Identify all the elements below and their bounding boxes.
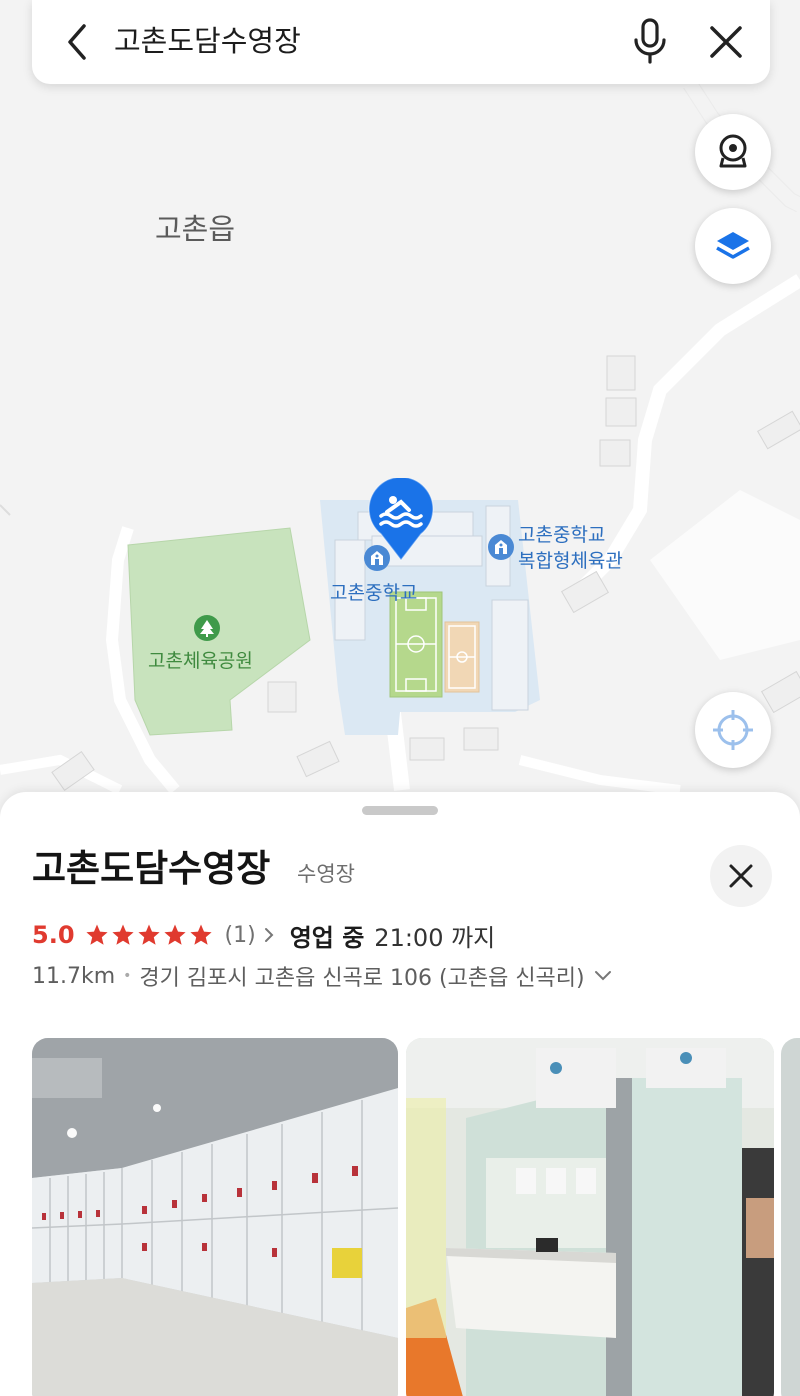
map-base-layer [0, 79, 800, 795]
gym-school-icon [488, 534, 514, 560]
sheet-drag-handle[interactable] [362, 806, 438, 815]
reception-desk-image [406, 1038, 774, 1396]
place-bottom-sheet[interactable]: 고촌도담수영장 수영장 5.0 (1) 영업 중 21:00 까지 11.7km… [0, 792, 800, 1396]
microphone-icon [634, 18, 666, 64]
street-view-button[interactable] [695, 114, 771, 190]
gym-label-line1: 고촌중학교 [518, 524, 606, 546]
address: 경기 김포시 고촌읍 신곡로 106 (고촌읍 신곡리) [139, 966, 585, 991]
search-bar[interactable]: 고촌도담수영장 [32, 0, 770, 84]
star-icon [137, 924, 160, 945]
rating-row[interactable]: 5.0 (1) 영업 중 21:00 까지 [32, 917, 495, 953]
star-icon [189, 924, 212, 945]
close-icon [729, 864, 753, 888]
open-until: 21:00 까지 [374, 923, 496, 952]
place-category: 수영장 [297, 862, 355, 886]
my-location-button[interactable] [695, 692, 771, 768]
star-icon [163, 924, 186, 945]
separator-dot: • [123, 968, 132, 984]
rating-score: 5.0 [32, 921, 75, 949]
address-row[interactable]: 11.7km • 경기 김포시 고촌읍 신곡로 106 (고촌읍 신곡리) [32, 958, 613, 994]
chevron-right-icon [264, 928, 274, 942]
street-view-icon [719, 134, 747, 168]
place-photo-reception[interactable] [406, 1038, 774, 1396]
map-view[interactable]: 고촌체육공원 고촌중학교 고촌중학교 복합형체육관 고촌읍 [0, 0, 800, 820]
clear-search-button[interactable] [700, 16, 752, 68]
search-query[interactable]: 고촌도담수영장 [114, 20, 301, 62]
park-tree-icon [194, 615, 220, 641]
chevron-left-icon [68, 24, 86, 60]
voice-search-button[interactable] [624, 14, 676, 68]
close-icon [710, 26, 742, 58]
map-layers-button[interactable] [695, 208, 771, 284]
swimming-icon [368, 476, 434, 562]
star-rating [85, 923, 213, 947]
back-button[interactable] [54, 18, 102, 66]
close-sheet-button[interactable] [710, 845, 772, 907]
crosshair-icon [713, 710, 753, 750]
gym-label[interactable]: 고촌중학교 복합형체육관 [518, 522, 623, 574]
chevron-down-icon [594, 971, 611, 981]
star-icon [85, 924, 108, 945]
park-label[interactable]: 고촌체육공원 [148, 646, 253, 673]
distance: 11.7km [32, 963, 116, 989]
place-name: 고촌도담수영장 [32, 847, 271, 890]
town-label: 고촌읍 [155, 212, 236, 246]
place-pin-marker[interactable] [367, 476, 435, 562]
layers-icon [716, 232, 750, 259]
locker-room-image [32, 1038, 398, 1396]
open-status: 영업 중 [289, 923, 365, 952]
star-icon [111, 924, 134, 945]
school-label[interactable]: 고촌중학교 [330, 578, 417, 605]
gym-label-line2: 복합형체육관 [518, 550, 623, 572]
place-photo-more[interactable] [781, 1038, 800, 1396]
review-count[interactable]: (1) [225, 923, 256, 948]
place-photo-lockers[interactable] [32, 1038, 398, 1396]
